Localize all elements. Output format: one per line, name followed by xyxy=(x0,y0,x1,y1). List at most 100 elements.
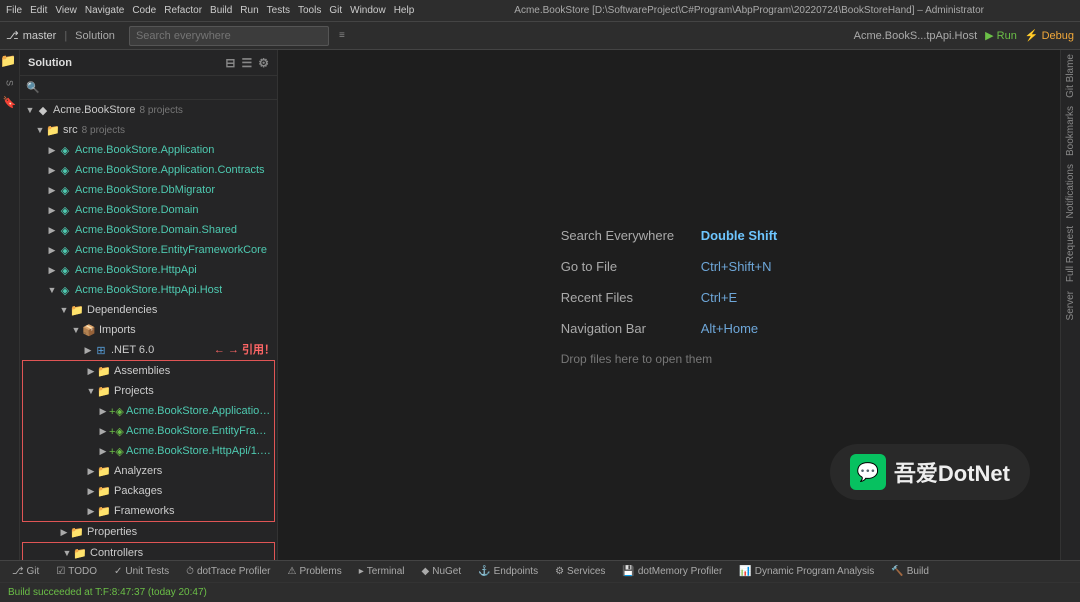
tab-build[interactable]: 🔨 Build xyxy=(883,562,937,582)
right-panel-notifications[interactable]: Notifications xyxy=(1065,164,1076,218)
sidebar-search-input[interactable] xyxy=(44,82,271,94)
tree-dep-efcore[interactable]: ▶ +◈ Acme.BookStore.EntityFrameworkCore/… xyxy=(23,421,274,441)
menu-build[interactable]: Build xyxy=(210,5,232,16)
controllers-label: Controllers xyxy=(90,547,143,559)
tab-dpa[interactable]: 📊 Dynamic Program Analysis xyxy=(731,562,882,582)
right-panel-fullrequest[interactable]: Full Request xyxy=(1065,226,1076,282)
tree-project-httpapi[interactable]: ▶ ◈ Acme.BookStore.HttpApi xyxy=(20,260,277,280)
tree-project-efcore[interactable]: ▶ ◈ Acme.BookStore.EntityFrameworkCore xyxy=(20,240,277,260)
bookmark-icon[interactable]: 🔖 xyxy=(1,94,19,112)
menu-view[interactable]: View xyxy=(55,5,77,16)
net6-container: ▶ ⊞ .NET 6.0 ← → 引用！ xyxy=(20,340,277,360)
main-layout: 📁 S 🔖 Solution ⊟ ☰ ⚙ 🔍 ▼ ◆ Acme.BookStor… xyxy=(0,50,1080,560)
tree-project-dbmigrator[interactable]: ▶ ◈ Acme.BookStore.DbMigrator xyxy=(20,180,277,200)
sidebar-tree[interactable]: ▼ ◆ Acme.BookStore 8 projects ▼ 📁 src 8 … xyxy=(20,100,277,560)
git-branch[interactable]: ⎇ master xyxy=(6,29,56,42)
menu-bar[interactable]: File Edit View Navigate Code Refactor Bu… xyxy=(6,5,414,16)
wechat-icon: 💬 xyxy=(850,454,886,490)
watermark-text: 吾爱DotNet xyxy=(894,456,1010,488)
goto-file-label: Go to File xyxy=(561,259,701,274)
tree-dependencies[interactable]: ▼ 📁 Dependencies xyxy=(20,300,277,320)
tree-imports[interactable]: ▼ 📦 Imports xyxy=(20,320,277,340)
bottom-tabs-bar: ⎇ Git ☑ TODO ✓ Unit Tests ⏱ dotTrace Pro… xyxy=(0,560,1080,582)
right-panel-server[interactable]: Server xyxy=(1065,291,1076,320)
tab-terminal[interactable]: ▸ Terminal xyxy=(351,562,413,582)
welcome-row-recent: Recent Files Ctrl+E xyxy=(561,290,778,305)
recent-files-shortcut[interactable]: Ctrl+E xyxy=(701,290,737,305)
tab-dottrace[interactable]: ⏱ dotTrace Profiler xyxy=(178,562,278,582)
tab-problems[interactable]: ⚠ Problems xyxy=(279,562,349,582)
tab-git[interactable]: ⎇ Git xyxy=(4,562,47,582)
tree-src[interactable]: ▼ 📁 src 8 projects xyxy=(20,120,277,140)
run-button[interactable]: ▶ Run xyxy=(985,29,1017,42)
toolbar-right: Acme.BookS...tpApi.Host ▶ Run ⚡ Debug xyxy=(854,29,1074,42)
menu-refactor[interactable]: Refactor xyxy=(164,5,202,16)
right-panel-gitblame[interactable]: Git Blame xyxy=(1065,54,1076,98)
src-sub-label: 8 projects xyxy=(82,125,125,136)
collapse-icon[interactable]: ☰ xyxy=(241,56,252,70)
tree-analyzers[interactable]: ▶ 📁 Analyzers xyxy=(23,461,274,481)
sidebar-search-bar[interactable]: 🔍 xyxy=(20,76,277,100)
tree-controllers[interactable]: ▼ 📁 Controllers xyxy=(23,543,274,560)
tree-net6[interactable]: ▶ ⊞ .NET 6.0 xyxy=(20,340,277,360)
window-title: Acme.BookStore [D:\SoftwareProject\C#Pro… xyxy=(424,5,1074,16)
menu-file[interactable]: File xyxy=(6,5,22,16)
welcome-content: Search Everywhere Double Shift Go to Fil… xyxy=(561,228,778,382)
welcome-row-nav: Navigation Bar Alt+Home xyxy=(561,321,778,336)
search-icon: 🔍 xyxy=(26,81,40,94)
tree-project-contracts[interactable]: ▶ ◈ Acme.BookStore.Application.Contracts xyxy=(20,160,277,180)
menu-tests[interactable]: Tests xyxy=(267,5,290,16)
menu-edit[interactable]: Edit xyxy=(30,5,47,16)
tree-projects-folder[interactable]: ▼ 📁 Projects xyxy=(23,381,274,401)
tree-packages[interactable]: ▶ 📁 Packages xyxy=(23,481,274,501)
sidebar: Solution ⊟ ☰ ⚙ 🔍 ▼ ◆ Acme.BookStore 8 pr… xyxy=(20,50,278,560)
menu-navigate[interactable]: Navigate xyxy=(85,5,124,16)
tree-dep-app[interactable]: ▶ +◈ Acme.BookStore.Application/1.0.0 xyxy=(23,401,274,421)
run-config[interactable]: Acme.BookS...tpApi.Host xyxy=(854,30,978,42)
tab-endpoints[interactable]: ⚓ Endpoints xyxy=(470,562,546,582)
search-everywhere-shortcut[interactable]: Double Shift xyxy=(701,228,778,243)
right-panel-bookmarks[interactable]: Bookmarks xyxy=(1065,106,1076,156)
sidebar-title: Solution xyxy=(28,57,72,69)
tree-frameworks[interactable]: ▶ 📁 Frameworks xyxy=(23,501,274,521)
menu-tools[interactable]: Tools xyxy=(298,5,321,16)
tree-root-solution[interactable]: ▼ ◆ Acme.BookStore 8 projects xyxy=(20,100,277,120)
right-panel: Search Everywhere Double Shift Go to Fil… xyxy=(278,50,1060,560)
goto-file-shortcut[interactable]: Ctrl+Shift+N xyxy=(701,259,772,274)
menu-git[interactable]: Git xyxy=(329,5,342,16)
properties-label: Properties xyxy=(87,526,137,538)
net6-label: .NET 6.0 xyxy=(111,344,154,356)
src-folder-label: src xyxy=(63,124,78,136)
menu-code[interactable]: Code xyxy=(132,5,156,16)
menu-help[interactable]: Help xyxy=(394,5,415,16)
tab-todo[interactable]: ☑ TODO xyxy=(48,562,105,582)
title-bar: File Edit View Navigate Code Refactor Bu… xyxy=(0,0,1080,22)
assemblies-label: Assemblies xyxy=(114,365,170,377)
tree-project-domain-shared[interactable]: ▶ ◈ Acme.BookStore.Domain.Shared xyxy=(20,220,277,240)
menu-run[interactable]: Run xyxy=(240,5,258,16)
settings-icon[interactable]: ⚙ xyxy=(258,56,269,70)
welcome-row-search: Search Everywhere Double Shift xyxy=(561,228,778,243)
toolbar: ⎇ master | Solution ≡ Acme.BookS...tpApi… xyxy=(0,22,1080,50)
menu-window[interactable]: Window xyxy=(350,5,386,16)
frameworks-label: Frameworks xyxy=(114,505,175,517)
search-everywhere-input[interactable] xyxy=(129,26,329,46)
nav-bar-shortcut[interactable]: Alt+Home xyxy=(701,321,758,336)
expand-all-icon[interactable]: ⊟ xyxy=(225,56,235,70)
tab-dotmemory[interactable]: 💾 dotMemory Profiler xyxy=(614,562,730,582)
tab-unit-tests[interactable]: ✓ Unit Tests xyxy=(106,562,177,582)
structure-icon[interactable]: S xyxy=(1,74,19,92)
tree-project-application[interactable]: ▶ ◈ Acme.BookStore.Application xyxy=(20,140,277,160)
tree-properties[interactable]: ▶ 📁 Properties xyxy=(20,522,277,542)
tree-project-httpapihost[interactable]: ▼ ◈ Acme.BookStore.HttpApi.Host xyxy=(20,280,277,300)
tree-assemblies[interactable]: ▶ 📁 Assemblies xyxy=(23,361,274,381)
explorer-icon[interactable]: 📁 xyxy=(1,54,19,72)
tab-services[interactable]: ⚙ Services xyxy=(547,562,613,582)
tab-nuget[interactable]: ◆ NuGet xyxy=(414,562,470,582)
recent-files-label: Recent Files xyxy=(561,290,701,305)
solution-label-tree: Acme.BookStore xyxy=(53,104,136,116)
dependencies-label: Dependencies xyxy=(87,304,157,316)
tree-dep-httpapi[interactable]: ▶ +◈ Acme.BookStore.HttpApi/1.0.0 xyxy=(23,441,274,461)
debug-button[interactable]: ⚡ Debug xyxy=(1025,29,1074,42)
tree-project-domain[interactable]: ▶ ◈ Acme.BookStore.Domain xyxy=(20,200,277,220)
